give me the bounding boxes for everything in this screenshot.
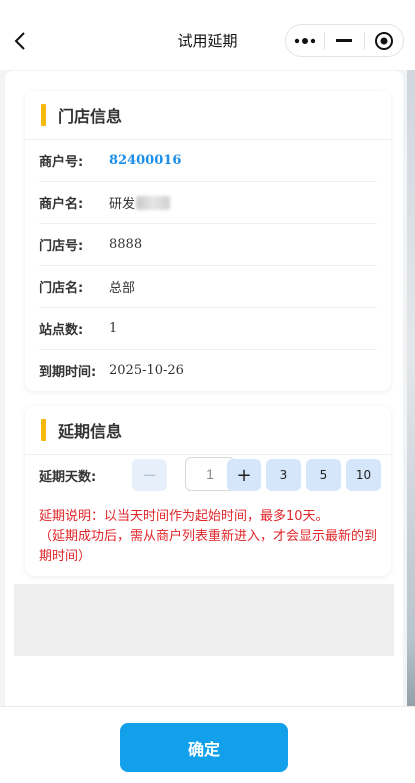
navbar: 试用延期 [0, 0, 415, 70]
extend-info-title: 延期信息 [58, 422, 123, 441]
more-dots-icon [294, 37, 316, 44]
expire-date-value: 2025-10-26 [109, 363, 184, 378]
store-name-row: 门店名: 总部 [39, 266, 377, 308]
preset-3-days-button[interactable]: 3 [266, 459, 301, 491]
expire-date-label: 到期时间: [39, 365, 97, 380]
store-no-row: 门店号: 8888 [39, 224, 377, 266]
site-count-label: 站点数: [39, 323, 84, 338]
increase-days-button[interactable]: + [227, 459, 261, 491]
merchant-no-label: 商户号: [39, 155, 84, 170]
expire-date-row: 到期时间: 2025-10-26 [39, 350, 377, 391]
empty-placeholder-area [14, 584, 394, 656]
section-accent-bar [41, 104, 46, 126]
card-header: 门店信息 [25, 91, 391, 140]
minimize-button[interactable] [325, 25, 363, 56]
merchant-name-text: 研发 [109, 197, 136, 212]
store-no-value: 8888 [109, 237, 143, 252]
target-close-icon [374, 31, 393, 50]
merchant-name-value: 研发 [109, 193, 171, 212]
background-edge-strip [407, 70, 415, 782]
extend-info-card: 延期信息 延期天数: − + 3 5 10 延期说明：以当天时间作为起始时间，最… [25, 406, 391, 576]
store-no-label: 门店号: [39, 239, 84, 254]
more-button[interactable] [286, 25, 324, 56]
confirm-button[interactable]: 确定 [120, 723, 288, 772]
section-accent-bar [41, 419, 46, 441]
decrease-days-button[interactable]: − [132, 459, 167, 491]
extend-note-line1: 延期说明：以当天时间作为起始时间，最多10天。 [39, 509, 329, 524]
minimize-icon [336, 38, 353, 42]
extend-days-label: 延期天数: [39, 469, 97, 485]
card-header: 延期信息 [25, 406, 391, 455]
merchant-name-row: 商户名: 研发 [39, 182, 377, 224]
mini-program-capsule [285, 24, 404, 57]
store-name-value: 总部 [109, 281, 136, 296]
extend-note-line2: （延期成功后，需从商户列表重新进入，才会显示最新的到期时间） [39, 529, 378, 564]
site-count-row: 站点数: 1 [39, 308, 377, 350]
extend-note: 延期说明：以当天时间作为起始时间，最多10天。 （延期成功后，需从商户列表重新进… [39, 507, 379, 567]
preset-5-days-button[interactable]: 5 [306, 459, 341, 491]
merchant-no-value[interactable]: 82400016 [109, 153, 181, 168]
merchant-no-row: 商户号: 82400016 [39, 140, 377, 182]
preset-10-days-button[interactable]: 10 [346, 459, 381, 491]
merchant-name-label: 商户名: [39, 197, 84, 212]
store-name-label: 门店名: [39, 281, 84, 296]
store-info-title: 门店信息 [58, 107, 123, 126]
redacted-text-blur [136, 196, 171, 210]
close-button[interactable] [365, 25, 403, 56]
site-count-value: 1 [109, 321, 118, 336]
extend-days-row: 延期天数: − + 3 5 10 [39, 455, 381, 495]
store-info-card: 门店信息 商户号: 82400016 商户名: 研发 门店号: 8888 门店名… [25, 91, 391, 391]
